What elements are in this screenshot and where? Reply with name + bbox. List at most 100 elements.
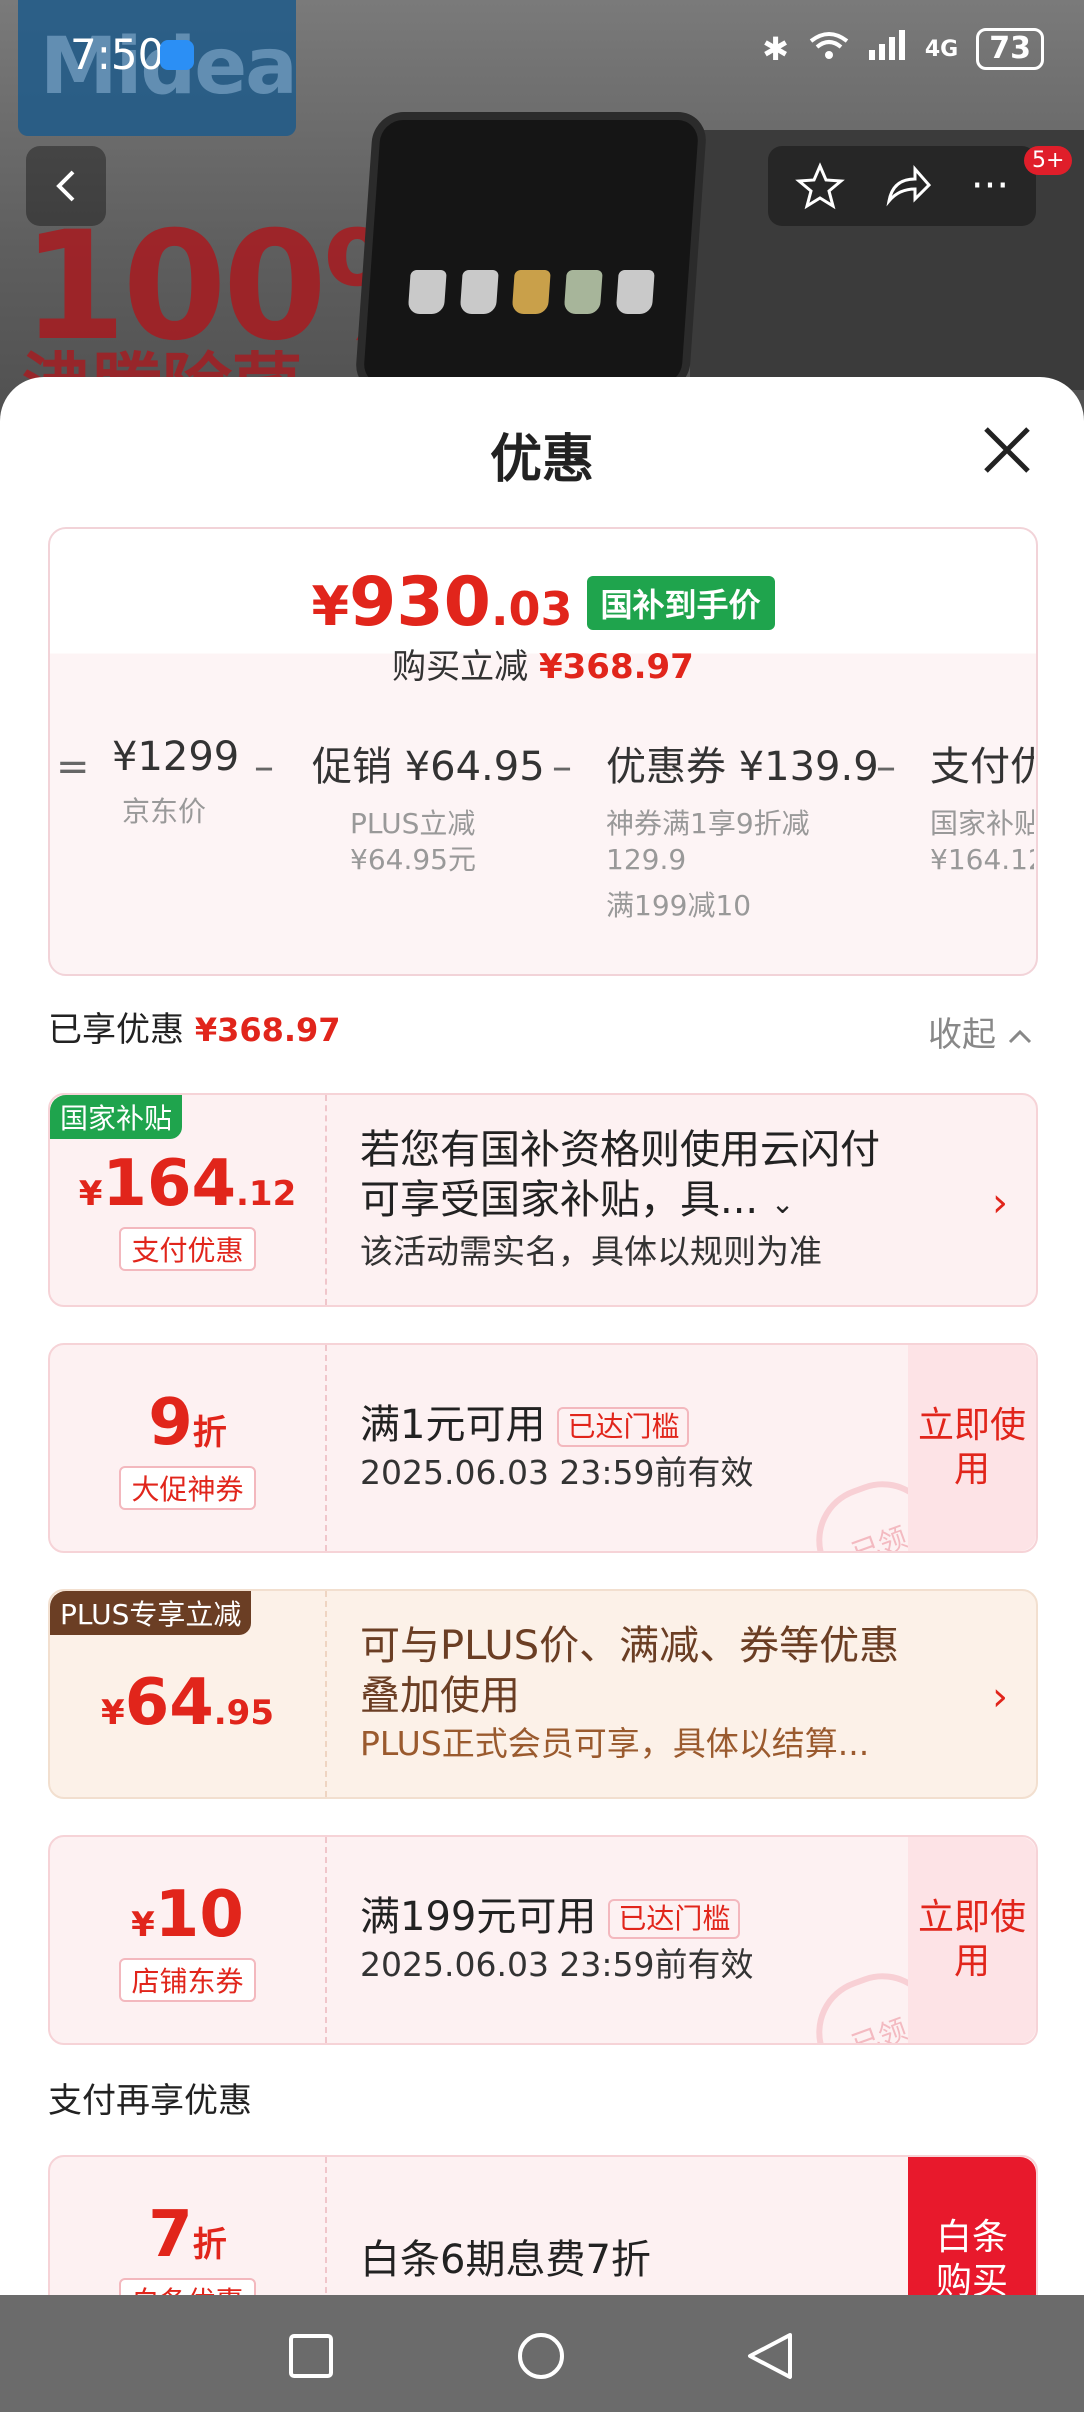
sheet-title: 优惠 (489, 430, 594, 490)
discount-amount: 9折 大促神券 (50, 1345, 325, 1551)
top-actions: ··· (768, 146, 1036, 226)
product-page-backdrop: Midea 100% 沸腾除菌 7:50 ✱ 4G 73 ··· 5+ (0, 0, 1084, 420)
status-icons: ✱ 4G 73 (762, 28, 1044, 70)
enjoyed-label: 已享优惠 (48, 1010, 184, 1050)
signal-icon (868, 30, 907, 68)
card-title-2: 可享受国家补贴，具... ⌄ (360, 1175, 946, 1229)
breakdown-main: ¥1299 (112, 734, 240, 780)
system-nav-bar (0, 2295, 1084, 2412)
amount-symbol: ¥ (131, 1905, 155, 1945)
chevron-down-icon[interactable]: ⌄ (771, 1187, 794, 1220)
use-now-button[interactable]: 立即使用 (908, 1345, 1036, 1551)
enjoyed-discount: 已享优惠 ¥368.97 (48, 1002, 341, 1051)
enjoyed-amount: ¥368.97 (194, 1011, 341, 1049)
gov-subsidy-price-tag: 国补到手价 (586, 575, 775, 630)
reduction-amount: ¥368.97 (538, 647, 694, 687)
breakdown-sub: PLUS立减 (350, 807, 476, 840)
amount-int: 9 (148, 1386, 193, 1460)
amount-symbol: ¥ (101, 1693, 125, 1733)
discount-amount: ¥10 店铺东券 (50, 1837, 325, 2043)
card-title-2: 叠加使用 (360, 1673, 520, 1719)
minus-sign: – (552, 744, 572, 790)
amount-caption: 店铺东券 (119, 1958, 256, 2002)
gov-subsidy-card[interactable]: 国家补贴 ¥164.12 支付优惠 若您有国补资格则使用云闪付 可享受国家补贴，… (48, 1093, 1038, 1307)
amount-int: 64 (124, 1666, 214, 1740)
chat-notification-icon (160, 40, 194, 70)
final-price-dec: .03 (491, 582, 573, 636)
reduction-label: 购买立减 (392, 647, 529, 687)
card-title: 白条6期息费7折 (360, 2237, 651, 2283)
amount-caption: 白条优惠 (119, 2278, 256, 2295)
minus-sign: – (254, 744, 274, 790)
status-time: 7:50 (70, 30, 165, 79)
card-desc: PLUS正式会员可享，具体以结算... (360, 1724, 870, 1763)
bluetooth-icon: ✱ (762, 30, 789, 68)
breakdown-main: 促销 ¥64.95 (312, 744, 545, 790)
use-now-button[interactable]: 立即使用 (908, 1837, 1036, 2043)
valid-date: 2025.06.03 23:59前有效 (360, 1945, 754, 1984)
home-icon[interactable] (516, 2331, 566, 2381)
amount-caption: 大促神券 (119, 1466, 256, 1510)
breakdown-item: ¥1299 京东价 (112, 734, 239, 830)
back-button[interactable] (26, 146, 106, 226)
discount-amount: ¥164.12 支付优惠 (50, 1095, 325, 1305)
share-icon[interactable] (883, 161, 933, 211)
price-breakdown[interactable]: = ¥1299 京东价 – 促销 ¥64.95 PLUS立减 ¥64.95元 –… (50, 724, 1036, 964)
collapse-button[interactable]: 收起 (928, 1007, 1033, 1056)
product-image-panel (362, 120, 700, 385)
purchase-reduction: 购买立减 ¥368.97 (50, 639, 1036, 688)
final-price: ¥930.03 国补到手价 (50, 563, 1036, 642)
coupon-card[interactable]: 9折 大促神券 满1元可用 已达门槛 2025.06.03 23:59前有效 已领… (48, 1343, 1038, 1553)
recents-icon[interactable] (288, 2333, 334, 2379)
card-title: 满1元可用 已达门槛 (360, 1400, 896, 1450)
pay-section-label: 支付再享优惠 (48, 2081, 252, 2121)
star-icon[interactable] (795, 161, 845, 211)
amount-dec: .12 (236, 1174, 297, 1214)
threshold-tag: 已达门槛 (557, 1407, 690, 1447)
card-title-text: 满199元可用 (360, 1894, 597, 1940)
baitiao-buy-button[interactable]: 白条购买 (908, 2157, 1036, 2295)
back-nav-icon[interactable] (746, 2331, 794, 2381)
card-title-text: 满1元可用 (360, 1402, 546, 1448)
card-title: 若您有国补资格则使用云闪付 (360, 1127, 880, 1173)
final-price-int: 930 (349, 563, 491, 642)
card-title-text: 可享受国家补贴，具... (360, 1177, 759, 1223)
battery-icon: 73 (976, 28, 1044, 70)
breakdown-sub: ¥164.12 (930, 843, 1034, 876)
card-title: 可与PLUS价、满减、券等优惠 (360, 1623, 900, 1669)
breakdown-item: 促销 ¥64.95 PLUS立减 ¥64.95元 (312, 734, 545, 878)
plus-card[interactable]: PLUS专享立减 ¥64.95 可与PLUS价、满减、券等优惠 叠加使用 PLU… (48, 1589, 1038, 1799)
amount-int: 164 (102, 1147, 237, 1221)
card-desc: 该活动需实名，具体以规则为准 (360, 1232, 822, 1271)
amount-int: 10 (154, 1878, 244, 1952)
close-icon[interactable] (982, 425, 1032, 475)
card-title: 满199元可用 已达门槛 (360, 1892, 896, 1942)
breakdown-sub: 129.9 (606, 843, 687, 876)
chevron-up-icon (1008, 1029, 1031, 1044)
price-summary: ¥930.03 国补到手价 购买立减 ¥368.97 = ¥1299 京东价 –… (48, 527, 1038, 976)
chevron-right-icon[interactable]: › (992, 1180, 1008, 1226)
breakdown-item: 优惠券 ¥139.9 神券满1享9折减 129.9 满199减10 (606, 734, 879, 924)
wifi-icon (807, 29, 851, 69)
coupon-card[interactable]: ¥10 店铺东券 满199元可用 已达门槛 2025.06.03 23:59前有效… (48, 1835, 1038, 2045)
amount-caption: 支付优惠 (119, 1227, 256, 1271)
minus-sign: – (876, 744, 896, 790)
breakdown-item: 支付优 国家补贴 ¥164.12 (930, 734, 1034, 878)
breakdown-sub: 国家补贴 (930, 807, 1034, 840)
equals-sign: = (56, 744, 90, 790)
breakdown-sub: 满199减10 (606, 889, 752, 922)
amount-unit: 折 (192, 2225, 227, 2265)
breakdown-sub: 神券满1享9折减 (606, 807, 810, 840)
chevron-right-icon[interactable]: › (992, 1674, 1008, 1720)
amount-unit: 折 (192, 1413, 227, 1453)
amount-symbol: ¥ (78, 1174, 103, 1214)
discount-sheet: 优惠 ¥930.03 国补到手价 购买立减 ¥368.97 = ¥1299 京东… (0, 377, 1084, 2295)
breakdown-sub: 京东价 (122, 795, 207, 828)
valid-date: 2025.06.03 23:59前有效 (360, 1453, 754, 1492)
more-icon[interactable]: ··· (971, 166, 1009, 206)
baitiao-card[interactable]: 7折 白条优惠 白条6期息费7折 白条购买 (48, 2155, 1038, 2295)
amount-dec: .95 (213, 1693, 274, 1733)
breakdown-main: 优惠券 ¥139.9 (606, 744, 879, 790)
breakdown-sub: ¥64.95元 (350, 843, 476, 876)
collapse-label: 收起 (928, 1015, 996, 1055)
